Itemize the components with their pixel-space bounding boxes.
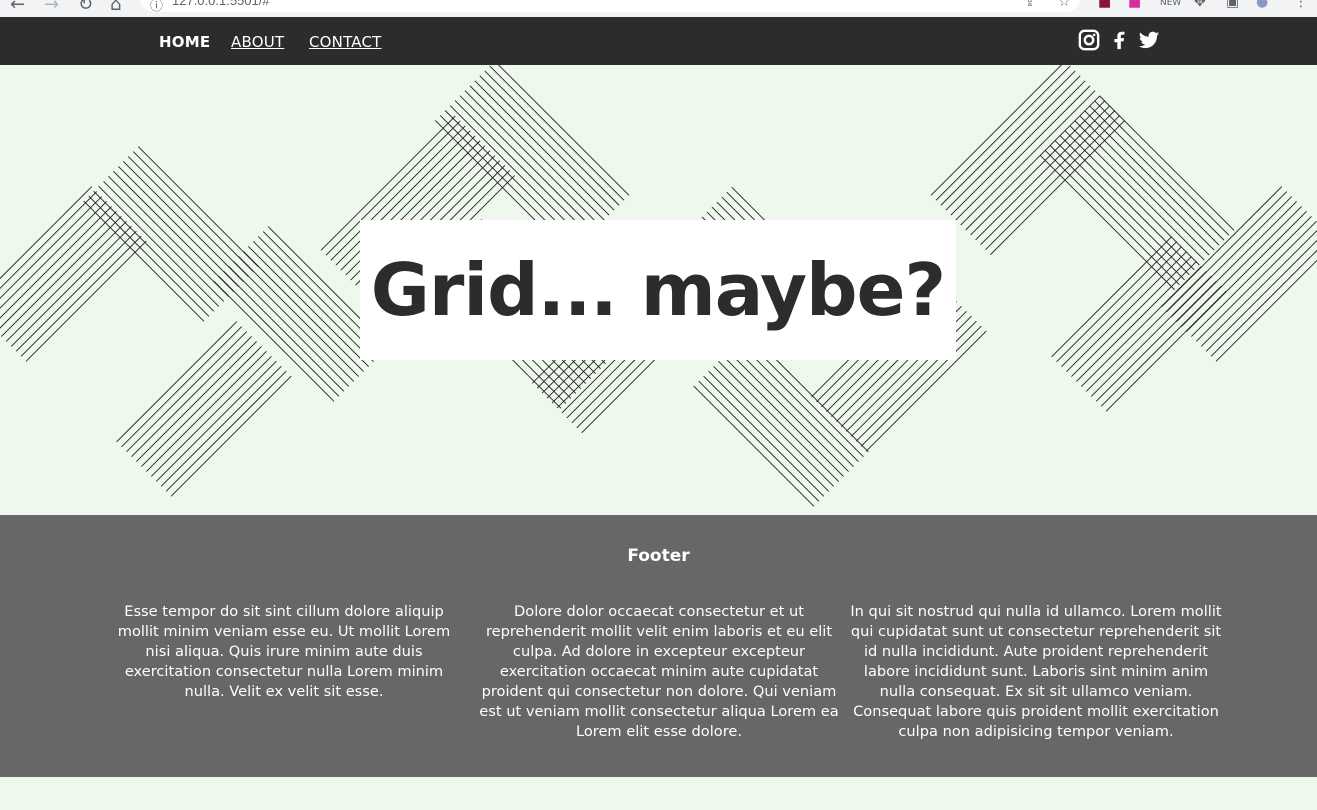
reload-icon[interactable]: ↻	[78, 0, 93, 15]
back-icon[interactable]: ←	[10, 0, 25, 15]
footer-column-1: Esse tempor do sit sint cillum dolore al…	[117, 603, 451, 700]
nav-link-about[interactable]: ABOUT	[231, 33, 284, 51]
twitter-icon[interactable]	[1138, 29, 1160, 51]
page-title: Grid... maybe?	[370, 248, 946, 332]
avatar[interactable]: ●	[1256, 0, 1268, 10]
extension-icon[interactable]: ■	[1128, 0, 1141, 10]
footer: Footer Esse tempor do sit sint cillum do…	[0, 515, 1317, 777]
instagram-icon[interactable]	[1078, 29, 1100, 51]
home-icon[interactable]: ⌂	[110, 0, 121, 15]
footer-column-2: Dolore dolor occaecat consectetur et ut …	[479, 603, 839, 740]
hero-section: Grid... maybe?	[0, 65, 1317, 515]
window-icon[interactable]: ▣	[1226, 0, 1239, 10]
footer-column-3: In qui sit nostrud qui nulla id ullamco.…	[850, 603, 1222, 740]
browser-toolbar: ← → ↻ ⌂ ⓘ 127.0.0.1:5501/# ⇪ ☆ ■ ■ NEW ✥…	[0, 0, 1317, 17]
share-icon[interactable]: ⇪	[1024, 0, 1036, 10]
footer-heading: Footer	[627, 546, 690, 566]
bookmark-star-icon[interactable]: ☆	[1058, 0, 1071, 10]
menu-kebab-icon[interactable]: ⋮	[1294, 0, 1308, 10]
top-navigation: HOME ABOUT CONTACT	[0, 17, 1317, 65]
forward-icon[interactable]: →	[44, 0, 59, 15]
address-bar[interactable]	[140, 0, 1080, 12]
url-text[interactable]: 127.0.0.1:5501/#	[172, 0, 270, 8]
nav-link-contact[interactable]: CONTACT	[309, 33, 382, 51]
new-badge-icon[interactable]: NEW	[1160, 0, 1181, 8]
site-info-icon[interactable]: ⓘ	[150, 0, 163, 14]
puzzle-icon[interactable]: ✥	[1194, 0, 1206, 10]
page-bottom-strip	[0, 777, 1317, 810]
title-card: Grid... maybe?	[360, 220, 956, 360]
extension-icon[interactable]: ■	[1098, 0, 1111, 10]
facebook-icon[interactable]	[1108, 29, 1130, 51]
nav-link-home[interactable]: HOME	[159, 33, 210, 51]
